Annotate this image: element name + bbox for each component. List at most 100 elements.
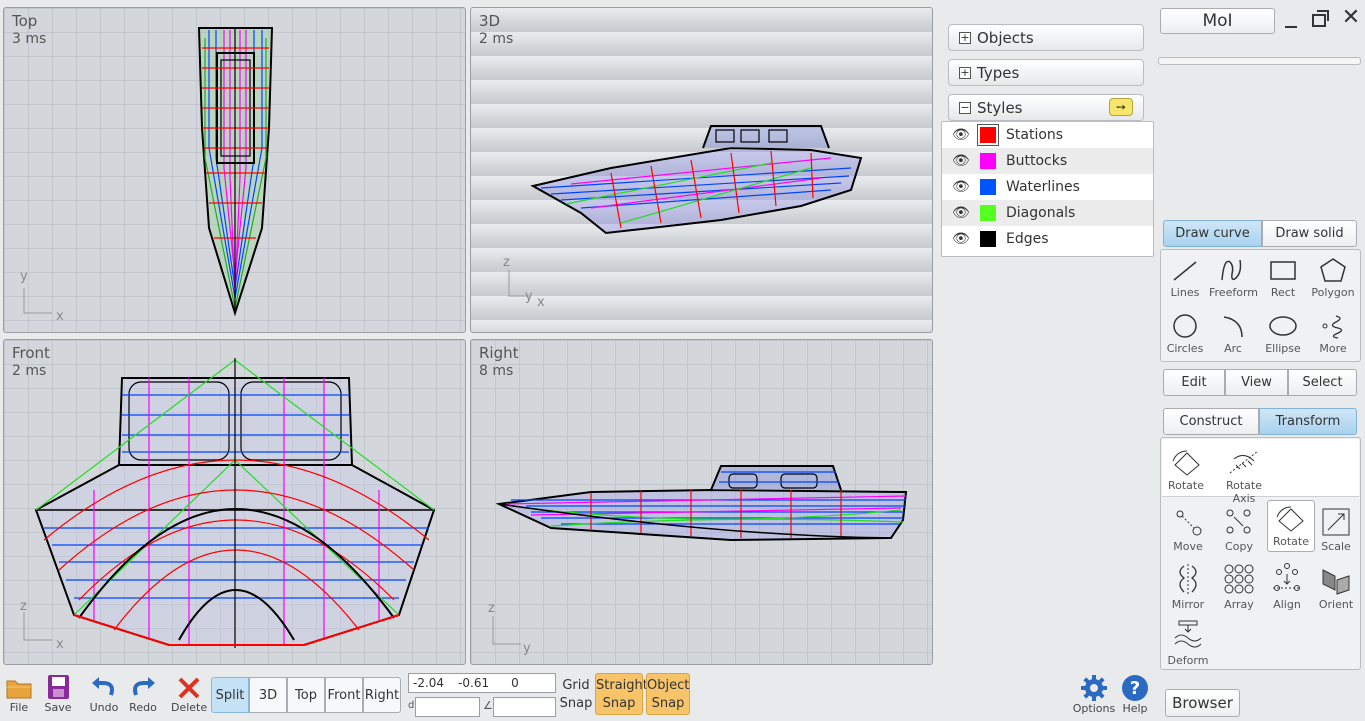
tool-circles[interactable]: Circles	[1161, 310, 1209, 364]
view-split-button[interactable]: Split	[211, 677, 249, 713]
tab-label: Edit	[1181, 375, 1207, 390]
options-label: Options	[1072, 702, 1116, 715]
help-label: Help	[1122, 702, 1148, 715]
tool-array[interactable]: Array	[1215, 560, 1263, 614]
view-top-button[interactable]: Top	[287, 677, 325, 713]
styles-action-icon[interactable]: ➙	[1109, 98, 1133, 116]
view-right-button[interactable]: Right	[363, 677, 401, 713]
moi-title-button[interactable]: MoI	[1160, 8, 1275, 34]
expand-icon[interactable]: +	[959, 31, 971, 44]
coordinate-field[interactable]: -2.04 -0.61 0	[408, 673, 556, 693]
eye-icon[interactable]: 👁	[952, 179, 972, 195]
grid-snap-toggle[interactable]: Grid Snap	[559, 677, 593, 713]
file-button[interactable]: File	[4, 675, 34, 714]
tool-label: Rotate	[1272, 535, 1309, 548]
eye-icon[interactable]: 👁	[952, 205, 972, 221]
transform-tools-panel: Rotate Rotate Axis Move Copy Rotate Scal…	[1160, 437, 1361, 670]
file-label: File	[9, 701, 29, 714]
browser-button[interactable]: Browser	[1165, 689, 1240, 717]
tool-arc[interactable]: Arc	[1209, 310, 1257, 364]
render-time: 2 ms	[479, 31, 514, 47]
tool-scale[interactable]: Scale	[1312, 504, 1360, 558]
tab-transform[interactable]: Transform	[1259, 408, 1357, 435]
tab-edit[interactable]: Edit	[1163, 369, 1225, 396]
help-button[interactable]: ? Help	[1120, 674, 1150, 715]
color-swatch[interactable]	[980, 205, 996, 221]
viewport-label: Top	[12, 12, 38, 30]
tool-align[interactable]: Align	[1263, 560, 1311, 614]
delete-button[interactable]: Delete	[171, 675, 207, 714]
style-row-stations[interactable]: 👁 Stations	[942, 122, 1153, 148]
tool-move[interactable]: Move	[1164, 504, 1212, 558]
eye-icon[interactable]: 👁	[952, 231, 972, 247]
tool-ellipse[interactable]: Ellipse	[1259, 310, 1307, 364]
viewport-top[interactable]: y x Top 3 ms	[3, 7, 466, 333]
svg-text:x: x	[56, 637, 64, 652]
viewport-right[interactable]: z y Right 8 ms	[470, 339, 933, 665]
style-row-waterlines[interactable]: 👁 Waterlines	[942, 174, 1153, 200]
tool-lines[interactable]: Lines	[1161, 254, 1209, 308]
styles-panel-header[interactable]: − Styles ➙	[948, 94, 1144, 121]
view-label: 3D	[258, 687, 278, 703]
tool-label: Deform	[1167, 654, 1209, 667]
tool-rotate[interactable]: Rotate	[1267, 500, 1315, 552]
copy-icon	[1226, 509, 1251, 534]
color-swatch[interactable]	[977, 124, 999, 146]
tool-rotate-sub[interactable]: Rotate	[1162, 445, 1210, 499]
color-swatch[interactable]	[980, 179, 996, 195]
viewport-front[interactable]: z x Front 2 ms	[3, 339, 466, 665]
undo-button[interactable]: Undo	[88, 675, 120, 714]
draw-tools-panel: Lines Freeform Rect Polygon Circles Arc …	[1160, 249, 1361, 362]
object-snap-toggle[interactable]: Object Snap	[646, 673, 690, 715]
tab-construct[interactable]: Construct	[1163, 408, 1259, 435]
tool-label: Circles	[1166, 342, 1204, 355]
style-row-edges[interactable]: 👁 Edges	[942, 226, 1153, 252]
tool-rect[interactable]: Rect	[1259, 254, 1307, 308]
straight-snap-toggle[interactable]: Straight Snap	[595, 673, 648, 715]
angle-field[interactable]	[493, 697, 556, 717]
arc-icon	[1223, 316, 1243, 338]
tab-draw-curve[interactable]: Draw curve	[1163, 220, 1262, 247]
redo-button[interactable]: Redo	[127, 675, 159, 714]
scale-icon	[1322, 508, 1350, 536]
color-swatch[interactable]	[980, 231, 996, 247]
tool-mirror[interactable]: Mirror	[1164, 560, 1212, 614]
object-snap-line2: Snap	[651, 696, 685, 711]
tab-select[interactable]: Select	[1288, 369, 1357, 396]
style-row-buttocks[interactable]: 👁 Buttocks	[942, 148, 1153, 174]
minimize-icon[interactable]	[1282, 10, 1300, 30]
perspective-boat: z y x	[503, 125, 863, 310]
options-button[interactable]: Options	[1071, 674, 1117, 715]
style-name: Buttocks	[1006, 153, 1068, 169]
tool-freeform[interactable]: Freeform	[1209, 254, 1258, 308]
maximize-icon[interactable]	[1308, 8, 1334, 32]
color-swatch[interactable]	[980, 153, 996, 169]
eye-icon[interactable]: 👁	[952, 127, 972, 143]
tool-rotate-axis[interactable]: Rotate Axis	[1214, 445, 1274, 505]
collapse-icon[interactable]: −	[959, 101, 971, 114]
ellipse-icon	[1269, 316, 1297, 336]
tool-polygon[interactable]: Polygon	[1309, 254, 1357, 308]
tab-draw-solid[interactable]: Draw solid	[1262, 220, 1357, 247]
view-3d-button[interactable]: 3D	[249, 677, 287, 713]
rotate-axis-icon	[1229, 450, 1259, 474]
tool-label: More	[1319, 342, 1347, 355]
save-button[interactable]: Save	[43, 673, 73, 714]
types-panel-header[interactable]: + Types	[948, 59, 1144, 86]
tool-orient[interactable]: Orient	[1312, 560, 1360, 614]
svg-text:y: y	[20, 269, 28, 284]
viewport-3d[interactable]: z y x 3D 2 ms	[470, 7, 933, 333]
tool-deform[interactable]: Deform	[1164, 616, 1212, 670]
tool-copy[interactable]: Copy	[1215, 504, 1263, 558]
render-time: 8 ms	[479, 363, 514, 379]
close-icon[interactable]: ✕	[1340, 7, 1362, 30]
tool-more[interactable]: More	[1309, 310, 1357, 364]
style-row-diagonals[interactable]: 👁 Diagonals	[942, 200, 1153, 226]
tool-label: Mirror	[1171, 598, 1205, 611]
eye-icon[interactable]: 👁	[952, 153, 972, 169]
tab-view[interactable]: View	[1225, 369, 1288, 396]
objects-panel-header[interactable]: + Objects	[948, 24, 1144, 51]
expand-icon[interactable]: +	[959, 66, 971, 79]
distance-field[interactable]	[415, 697, 480, 717]
view-front-button[interactable]: Front	[325, 677, 363, 713]
